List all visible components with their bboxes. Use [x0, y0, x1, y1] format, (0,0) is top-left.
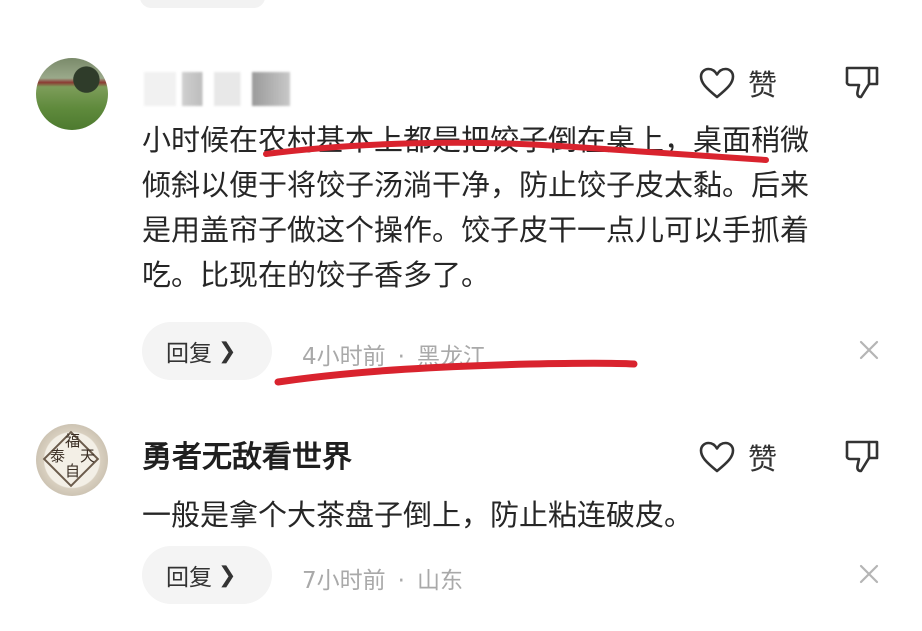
avatar-seal-char: 泰 [50, 447, 66, 465]
location: 黑龙江 [416, 344, 486, 370]
avatar[interactable]: 福 天 泰 自 [36, 424, 108, 496]
comment-meta: 4小时前 · 黑龙江 [302, 337, 486, 371]
reply-label: 回复 [166, 341, 212, 367]
reply-button[interactable]: 回复 ❯ [142, 546, 272, 604]
thumbs-down-outline-icon [845, 66, 879, 99]
meta-separator: · [397, 568, 405, 594]
comment-text: 一般是拿个大茶盘子倒上，防止粘连破皮。 [142, 493, 693, 538]
heart-outline-icon [699, 67, 735, 99]
avatar-seal-char: 福 [65, 432, 81, 450]
avatar-seal-char: 自 [65, 462, 81, 480]
comment-line: 倾斜以便于将饺子汤淌干净，防止饺子皮太黏。后来 [142, 168, 810, 202]
comment-line: 吃。比现在的饺子香多了。 [142, 258, 491, 292]
comment-line: 小时候在农村基本上都是把饺子倒在桌上，桌面稍微 [142, 123, 810, 157]
chevron-right-icon: ❯ [218, 338, 237, 364]
like-button[interactable]: 赞 [698, 62, 777, 104]
like-button[interactable]: 赞 [698, 436, 777, 478]
previous-reply-button-stub[interactable] [140, 0, 265, 8]
reply-button[interactable]: 回复 ❯ [142, 322, 272, 380]
dislike-button[interactable] [843, 64, 881, 104]
timestamp: 7小时前 [302, 568, 386, 594]
location: 山东 [416, 568, 463, 594]
reply-label: 回复 [166, 565, 212, 591]
thumbs-down-outline-icon [845, 440, 879, 473]
avatar[interactable] [36, 58, 108, 130]
like-label: 赞 [748, 442, 778, 476]
comment-meta: 7小时前 · 山东 [302, 561, 463, 595]
heart-outline-icon [699, 441, 735, 473]
comment-text: 小时候在农村基本上都是把饺子倒在桌上，桌面稍微 倾斜以便于将饺子汤淌干净，防止饺… [142, 118, 809, 298]
chevron-right-icon: ❯ [218, 562, 237, 588]
comment-line: 是用盖帘子做这个操作。饺子皮干一点儿可以手抓着 [142, 213, 810, 247]
meta-separator: · [397, 344, 405, 370]
close-icon[interactable] [858, 339, 880, 361]
username[interactable]: 勇者无敌看世界 [142, 432, 352, 476]
like-label: 赞 [748, 68, 778, 102]
timestamp: 4小时前 [302, 344, 386, 370]
avatar-seal-char: 天 [80, 447, 96, 465]
dislike-button[interactable] [843, 438, 881, 478]
username-redacted [144, 72, 290, 106]
comment-line: 一般是拿个大茶盘子倒上，防止粘连破皮。 [142, 498, 694, 532]
close-icon[interactable] [858, 563, 880, 585]
